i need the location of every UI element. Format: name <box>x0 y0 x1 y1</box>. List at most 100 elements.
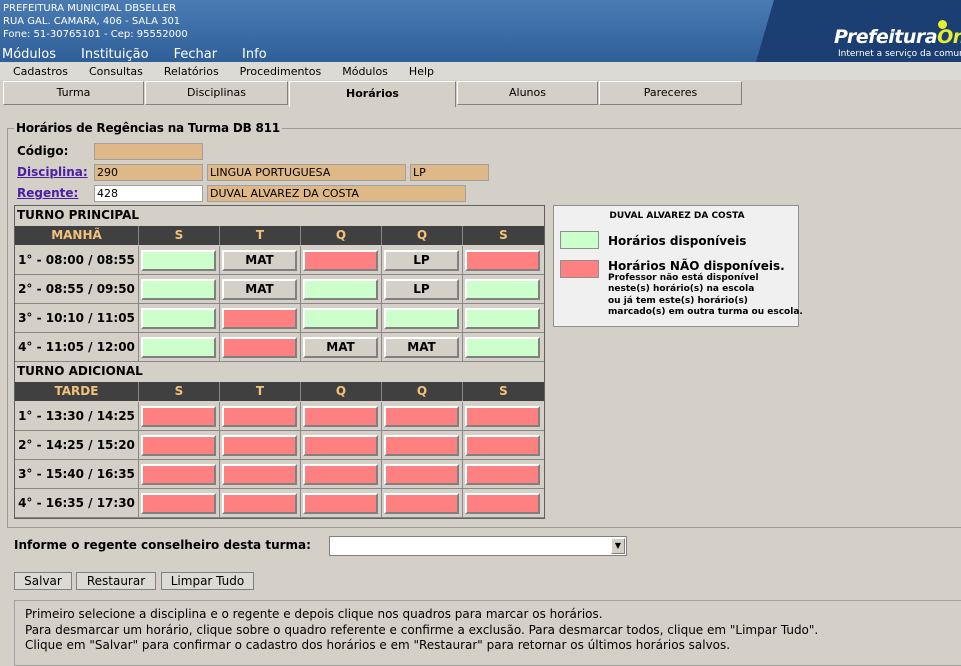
schedule-slot[interactable] <box>222 435 297 456</box>
schedule-slot[interactable] <box>465 464 540 485</box>
tab-horarios[interactable]: Horários <box>289 81 456 107</box>
schedule-slot[interactable] <box>141 308 216 329</box>
regente-conselheiro-select[interactable]: ▼ <box>329 536 627 556</box>
legend-available-label: Horários disponíveis <box>608 234 747 248</box>
legend-note: Professor não está disponível neste(s) h… <box>608 273 803 318</box>
chevron-down-icon[interactable]: ▼ <box>611 538 625 554</box>
schedule-slot[interactable] <box>141 406 216 427</box>
column-divider <box>219 431 220 460</box>
save-button[interactable]: Salvar <box>14 572 72 590</box>
column-divider <box>381 333 382 362</box>
schedule-slot[interactable] <box>222 406 297 427</box>
tab-alunos[interactable]: Alunos <box>457 81 598 105</box>
schedule-slot[interactable]: MAT <box>303 337 378 358</box>
column-divider <box>462 431 463 460</box>
schedule-slot[interactable] <box>303 308 378 329</box>
codigo-field[interactable] <box>94 143 203 160</box>
period-time: 1° - 13:30 / 14:25 <box>15 402 139 430</box>
schedule-slot[interactable] <box>465 250 540 271</box>
day-header: S <box>499 384 508 398</box>
schedule-slot[interactable]: MAT <box>384 337 459 358</box>
schedule-slot[interactable] <box>141 464 216 485</box>
top-menu-fechar[interactable]: Fechar <box>174 47 217 62</box>
period-time: 2° - 08:55 / 09:50 <box>15 275 139 303</box>
top-menu-info[interactable]: Info <box>242 47 267 62</box>
menu-modulos[interactable]: Módulos <box>342 65 388 78</box>
day-header: S <box>139 382 220 401</box>
disciplina-abbr-field[interactable]: LP <box>410 164 489 181</box>
menu-help[interactable]: Help <box>409 65 434 78</box>
schedule-slot[interactable] <box>222 308 297 329</box>
schedule-slot[interactable] <box>222 493 297 514</box>
org-address: RUA GAL. CAMARA, 406 - SALA 301 <box>3 16 181 27</box>
menu-consultas[interactable]: Consultas <box>89 65 143 78</box>
top-menu-instituicao[interactable]: Instituição <box>81 47 149 62</box>
menu-cadastros[interactable]: Cadastros <box>13 65 68 78</box>
schedule-slot[interactable] <box>384 406 459 427</box>
schedule-slot[interactable] <box>141 337 216 358</box>
schedule-slot[interactable] <box>222 337 297 358</box>
regente-code-field[interactable]: 428 <box>94 185 203 202</box>
schedule-slot[interactable] <box>141 279 216 300</box>
schedule-slot[interactable] <box>141 435 216 456</box>
schedule-slot[interactable]: MAT <box>222 250 297 271</box>
period-time: 3° - 10:10 / 11:05 <box>15 304 139 332</box>
tab-disciplinas[interactable]: Disciplinas <box>145 81 288 105</box>
top-menu-modulos[interactable]: Módulos <box>2 47 56 62</box>
column-divider <box>462 275 463 304</box>
menu-procedimentos[interactable]: Procedimentos <box>240 65 322 78</box>
schedule-slot[interactable] <box>384 493 459 514</box>
day-header: Q <box>382 226 463 245</box>
legend-note-line: neste(s) horário(s) na escola <box>608 284 755 295</box>
schedule-slot[interactable] <box>303 250 378 271</box>
disciplina-code-field[interactable]: 290 <box>94 164 203 181</box>
regente-conselheiro-label: Informe o regente conselheiro desta turm… <box>14 538 311 552</box>
schedule-slot[interactable] <box>465 337 540 358</box>
schedule-slot[interactable] <box>465 493 540 514</box>
day-header: T <box>220 382 301 401</box>
column-divider <box>219 489 220 518</box>
schedule-slot[interactable] <box>384 308 459 329</box>
legend-note-line: Professor não está disponível <box>608 273 759 283</box>
schedule-slot[interactable] <box>465 435 540 456</box>
tab-turma[interactable]: Turma <box>3 81 144 105</box>
column-divider <box>219 402 220 431</box>
schedule-slot[interactable] <box>222 464 297 485</box>
schedule-slot[interactable]: MAT <box>222 279 297 300</box>
schedule-slot[interactable] <box>303 279 378 300</box>
schedule-slot[interactable] <box>384 435 459 456</box>
column-divider <box>462 489 463 518</box>
help-panel: Primeiro selecione a disciplina e o rege… <box>14 600 961 666</box>
schedule-slot[interactable] <box>465 279 540 300</box>
column-divider <box>462 246 463 275</box>
turno-title: TURNO PRINCIPAL <box>17 208 140 222</box>
schedule-slot[interactable] <box>465 406 540 427</box>
disciplina-name-field[interactable]: LINGUA PORTUGUESA <box>207 164 406 181</box>
schedule-slot[interactable] <box>465 308 540 329</box>
column-divider <box>300 246 301 275</box>
schedule-slot[interactable]: LP <box>384 279 459 300</box>
schedule-slot[interactable] <box>303 464 378 485</box>
schedule-slot[interactable] <box>141 250 216 271</box>
org-info: PREFEITURA MUNICIPAL DBSELLER RUA GAL. C… <box>3 2 188 41</box>
tab-pareceres[interactable]: Pareceres <box>599 81 742 105</box>
schedule-slot[interactable]: LP <box>384 250 459 271</box>
menu-relatorios[interactable]: Relatórios <box>164 65 219 78</box>
schedule-slot[interactable] <box>141 493 216 514</box>
schedule-slot[interactable] <box>384 464 459 485</box>
regente-name-field[interactable]: DUVAL ALVAREZ DA COSTA <box>207 185 466 202</box>
schedule-row: 4° - 16:35 / 17:30 <box>15 489 544 518</box>
schedule-slot[interactable] <box>303 406 378 427</box>
schedule-slot[interactable] <box>303 493 378 514</box>
clear-all-button[interactable]: Limpar Tudo <box>161 572 254 590</box>
schedule-slot[interactable] <box>303 435 378 456</box>
regente-link[interactable]: Regente: <box>17 186 78 200</box>
logo-on: On <box>937 26 961 48</box>
restore-button[interactable]: Restaurar <box>76 572 156 590</box>
logo-text: PrefeituraOn <box>834 26 961 48</box>
header-banner: PREFEITURA MUNICIPAL DBSELLER RUA GAL. C… <box>0 0 961 62</box>
legend-unavailable-swatch <box>560 260 599 278</box>
disciplina-link[interactable]: Disciplina: <box>17 165 88 179</box>
help-line: Para desmarcar um horário, clique sobre … <box>25 622 819 637</box>
turno-title: TURNO ADICIONAL <box>17 364 143 378</box>
